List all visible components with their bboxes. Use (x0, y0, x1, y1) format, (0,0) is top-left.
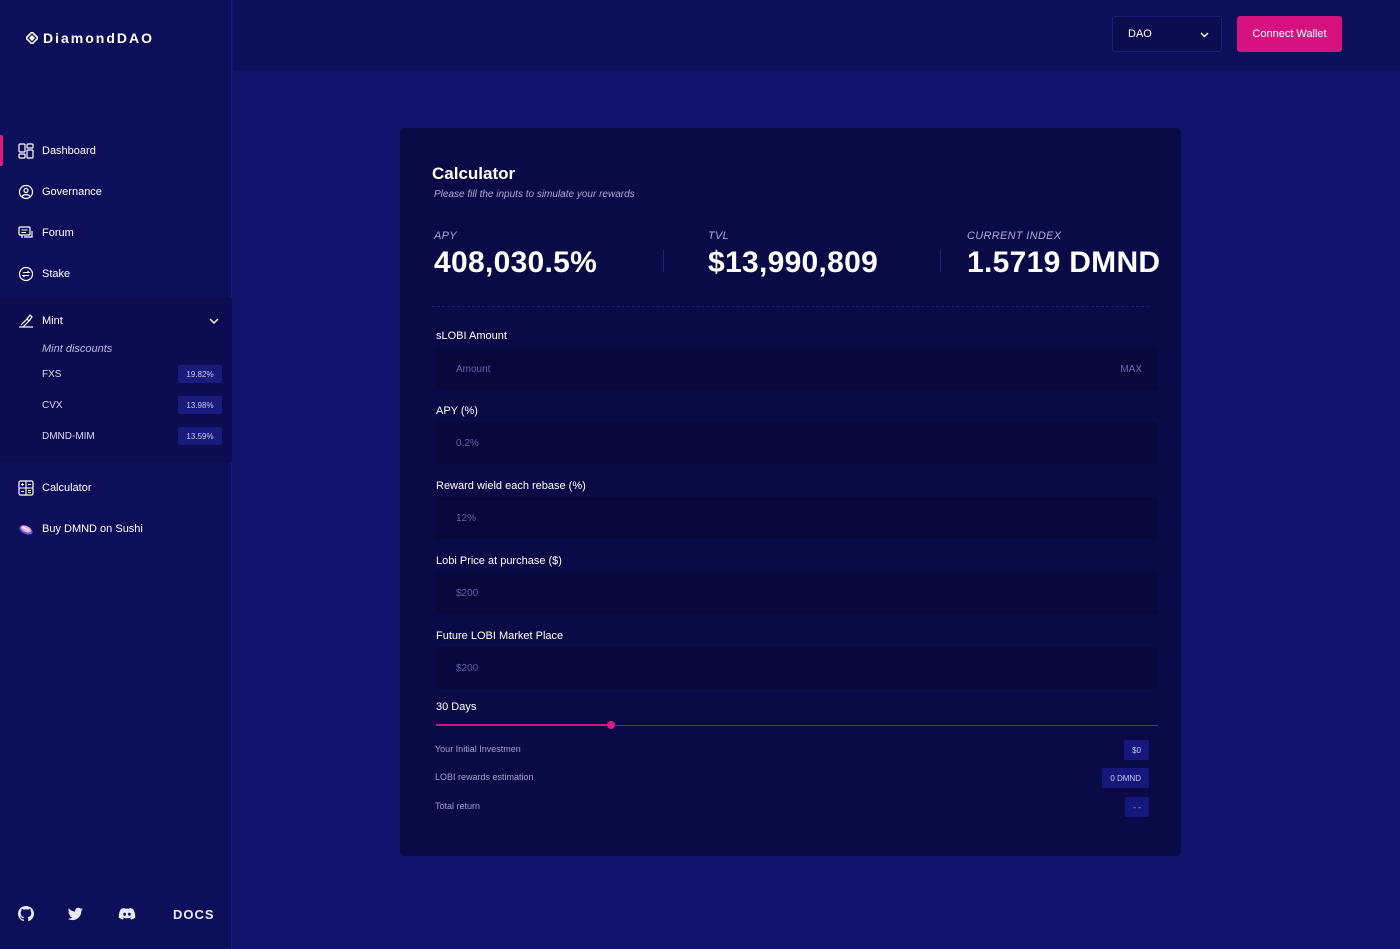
reward-yield-input[interactable]: 12% (436, 497, 1158, 539)
stat-value: $13,990,809 (708, 246, 879, 279)
dashboard-icon (18, 142, 34, 159)
input-placeholder: $200 (456, 587, 479, 599)
stat-value: 1.5719 DMND (967, 246, 1161, 279)
discount-badge: 19.82% (178, 365, 222, 383)
stat-label: TVL (708, 230, 730, 242)
input-placeholder: $200 (456, 662, 479, 674)
discord-icon[interactable] (117, 904, 137, 924)
field-label: sLOBI Amount (436, 330, 507, 342)
field-label: APY (%) (436, 405, 478, 417)
sidebar-item-label: Dashboard (42, 144, 96, 157)
brand-logo[interactable]: DiamondDAO (26, 30, 154, 46)
calculator-icon (18, 479, 34, 496)
sidebar-item-mint[interactable]: Mint (0, 306, 232, 336)
sidebar-item-forum[interactable]: Forum (0, 212, 232, 253)
sidebar-item-dashboard[interactable]: Dashboard (0, 130, 232, 171)
input-placeholder: 0.2% (456, 437, 479, 449)
divider (432, 306, 1149, 307)
twitter-icon[interactable] (65, 904, 85, 924)
result-row: Your Initial Investmen $0 (435, 740, 1149, 760)
sidebar-nav-secondary: Calculator Buy DMND on Sushi (0, 467, 232, 549)
mint-section: Mint Mint discounts FXS 19.82% CVX 13.98… (0, 298, 232, 462)
purchase-price-input[interactable]: $200 (436, 572, 1158, 614)
calculator-card: Calculator Please fill the inputs to sim… (400, 128, 1181, 856)
sidebar-item-buy-dmnd[interactable]: Buy DMND on Sushi (0, 508, 232, 549)
result-row: Total return - - (435, 797, 1149, 817)
result-label: LOBI rewards estimation (435, 772, 534, 782)
page-title: Calculator (432, 164, 516, 183)
result-value: - - (1125, 797, 1149, 817)
connect-wallet-button[interactable]: Connect Wallet (1237, 16, 1342, 52)
field-label: Reward wield each rebase (%) (436, 480, 586, 492)
sidebar-item-label: Calculator (42, 481, 92, 494)
result-label: Your Initial Investmen (435, 744, 521, 754)
sidebar-item-calculator[interactable]: Calculator (0, 467, 232, 508)
days-slider[interactable] (436, 721, 1158, 729)
sidebar-item-stake[interactable]: Stake (0, 253, 232, 294)
stake-icon (18, 266, 34, 281)
dao-select-value: DAO (1128, 28, 1152, 40)
max-button[interactable]: MAX (1120, 364, 1142, 375)
future-price-input[interactable]: $200 (436, 647, 1158, 689)
sidebar-item-label: Stake (42, 267, 71, 280)
stat-label: APY (434, 230, 457, 242)
field-label: Lobi Price at purchase ($) (436, 555, 562, 567)
slider-handle[interactable] (607, 721, 616, 729)
stat-tvl: TVL $13,990,809 (708, 230, 878, 280)
result-label: Total return (435, 801, 481, 811)
top-bar: DAO Connect Wallet (233, 0, 1400, 70)
mint-discounts-title: Mint discounts (42, 343, 113, 355)
sidebar-item-label: Buy DMND on Sushi (42, 522, 143, 535)
brand-name: DiamondDAO (43, 30, 154, 46)
input-placeholder: Amount (456, 363, 491, 375)
mint-discount-item[interactable]: FXS 19.82% (0, 364, 232, 384)
sidebar-item-label: Forum (42, 226, 74, 239)
sidebar-item-label: Governance (42, 185, 102, 198)
discount-name: CVX (42, 399, 63, 411)
stat-divider (663, 250, 664, 272)
result-value: $0 (1124, 740, 1149, 760)
sushi-icon (19, 524, 33, 535)
stat-apy: APY 408,030.5% (434, 230, 597, 280)
mint-discount-item[interactable]: DMND-MIM 13.59% (0, 426, 232, 446)
stat-divider (940, 250, 941, 272)
slobi-amount-input[interactable]: Amount MAX (436, 348, 1158, 390)
field-label: Future LOBI Market Place (436, 630, 564, 642)
diamond-logo-icon (26, 32, 38, 44)
sidebar-item-label: Mint (42, 315, 63, 327)
discount-name: FXS (42, 368, 62, 380)
apy-input[interactable]: 0.2% (436, 422, 1158, 464)
result-row: LOBI rewards estimation 0 DMND (435, 768, 1149, 788)
chevron-down-icon (1200, 32, 1209, 38)
mint-icon (19, 314, 33, 328)
dao-select[interactable]: DAO (1112, 16, 1222, 52)
input-placeholder: 12% (456, 512, 477, 524)
discount-name: DMND-MIM (42, 430, 95, 442)
days-label: 30 Days (436, 701, 477, 713)
stat-value: 408,030.5% (434, 246, 598, 279)
governance-icon (18, 184, 34, 199)
stat-label: CURRENT INDEX (967, 230, 1062, 242)
chevron-down-icon[interactable] (208, 315, 220, 327)
social-links: DOCS (16, 904, 215, 924)
sidebar: DiamondDAO Dashboard Governance Forum St… (0, 0, 232, 949)
result-value: 0 DMND (1102, 768, 1149, 788)
sidebar-item-governance[interactable]: Governance (0, 171, 232, 212)
discount-badge: 13.98% (178, 396, 222, 414)
docs-link[interactable]: DOCS (173, 907, 215, 922)
sidebar-nav: Dashboard Governance Forum Stake (0, 130, 232, 294)
slider-fill (436, 724, 610, 726)
stat-current-index: CURRENT INDEX 1.5719 DMND (967, 230, 1160, 280)
forum-icon (18, 225, 33, 238)
github-icon[interactable] (16, 904, 36, 924)
discount-badge: 13.59% (178, 427, 222, 445)
mint-discount-item[interactable]: CVX 13.98% (0, 395, 232, 415)
page-subtitle: Please fill the inputs to simulate your … (434, 189, 635, 200)
